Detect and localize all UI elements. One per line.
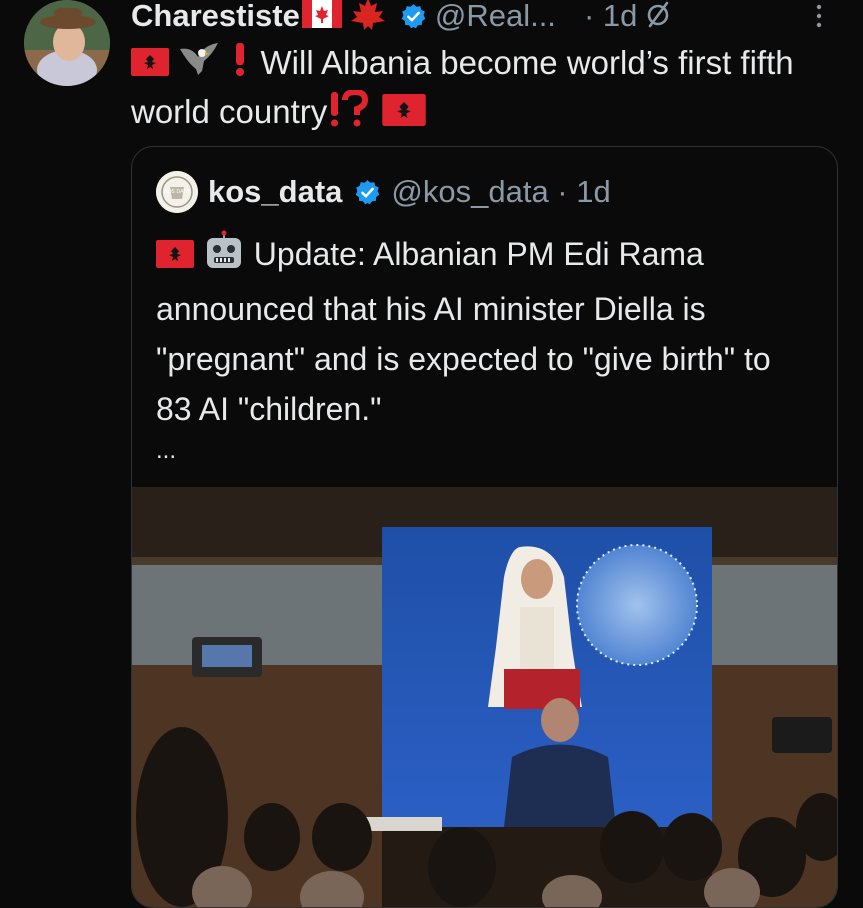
quoted-tweet-photo[interactable] — [132, 487, 837, 907]
quoted-author-handle-time[interactable]: @kos_data · 1d — [391, 174, 610, 210]
albania-flag-icon — [156, 232, 194, 282]
quoted-author-avatar[interactable]: KOS DATA — [156, 171, 198, 213]
quoted-avatar-label: KOS DATA — [165, 189, 190, 195]
robot-icon — [203, 230, 245, 284]
quoted-tweet-card[interactable]: KOS DATA kos_data @kos_data · 1d Update:… — [131, 146, 838, 908]
albania-flag-icon — [131, 42, 169, 88]
more-vertical-icon[interactable] — [812, 2, 826, 32]
red-exclamation-icon — [229, 41, 251, 89]
author-name[interactable]: Charestiste — [131, 0, 300, 34]
author-avatar[interactable] — [24, 0, 110, 86]
canada-flag-icon — [300, 0, 342, 33]
quoted-author-name[interactable]: kos_data — [208, 174, 342, 210]
maple-leaf-icon — [342, 0, 388, 37]
red-interrobang-icon — [327, 88, 373, 140]
tweet-timestamp[interactable]: · 1d — [584, 0, 637, 34]
eagle-icon — [178, 41, 220, 89]
quoted-tweet-text: Update: Albanian PM Edi Rama announced t… — [156, 236, 771, 427]
verified-badge-icon — [354, 179, 381, 206]
slashed-circle-icon[interactable] — [645, 0, 671, 34]
tweet-header: Charestiste @Real... · 1d — [131, 0, 671, 38]
show-more-ellipsis[interactable]: ... — [156, 437, 176, 465]
tweet-body: Will Albania become world’s first fifth … — [131, 40, 851, 140]
albania-flag-icon — [382, 92, 427, 138]
author-handle[interactable]: @Real... — [435, 0, 556, 34]
verified-badge-icon — [400, 3, 427, 30]
quoted-tweet-body: Update: Albanian PM Edi Rama announced t… — [156, 229, 806, 434]
quoted-tweet-header: KOS DATA kos_data @kos_data · 1d — [156, 169, 611, 215]
